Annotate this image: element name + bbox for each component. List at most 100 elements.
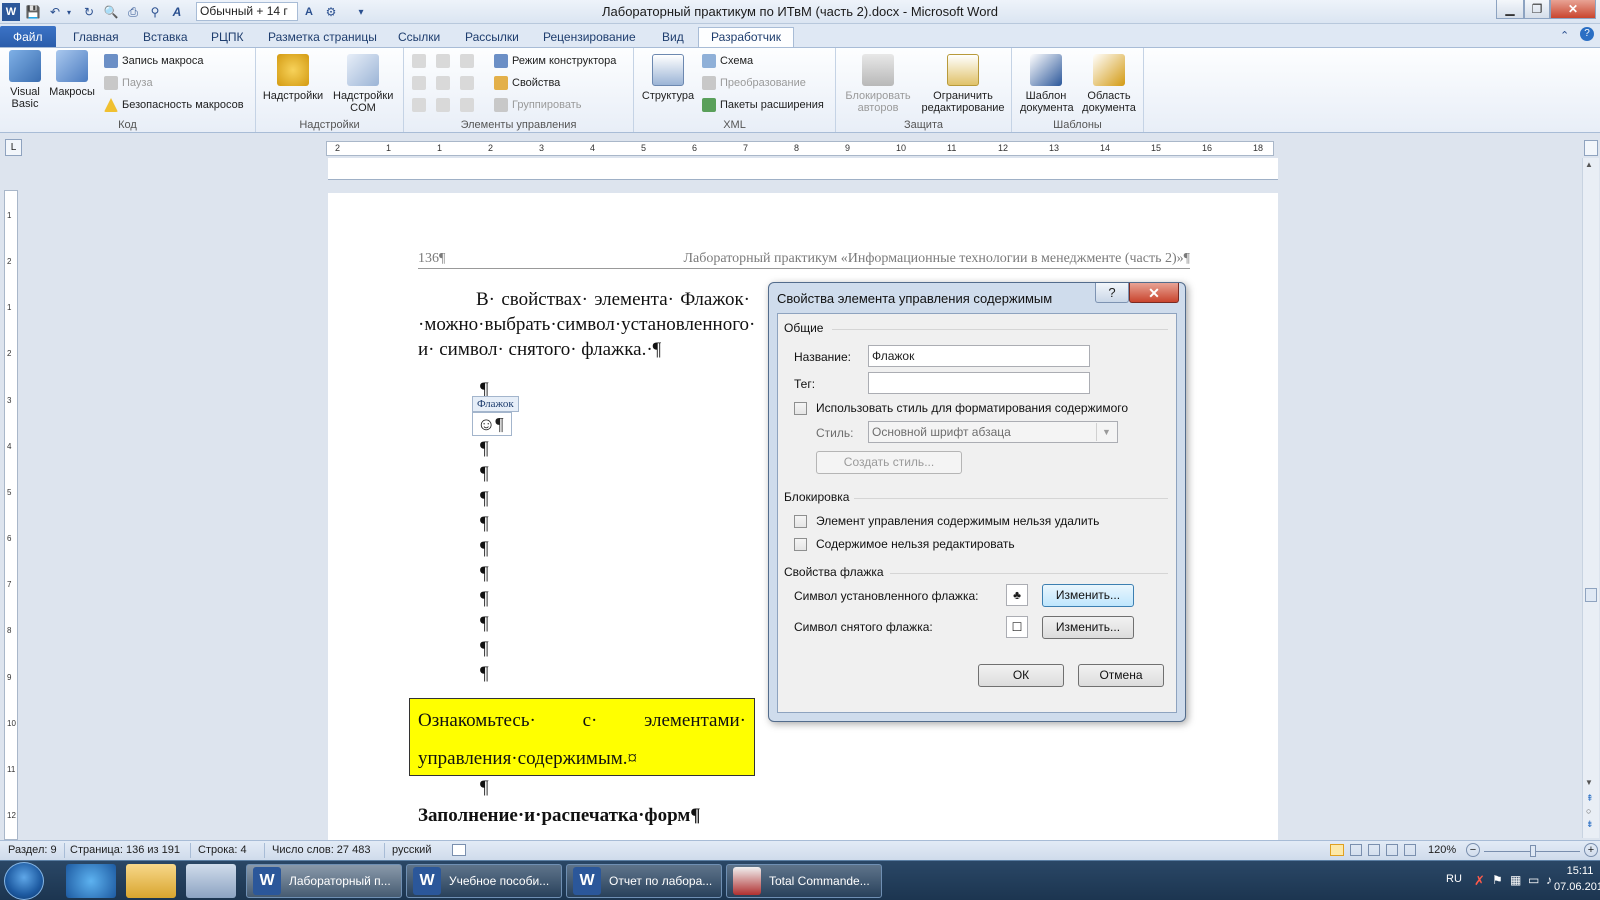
help-icon[interactable]: ? [1580,27,1594,41]
use-style-checkbox[interactable] [794,402,807,415]
network-icon[interactable]: ▦ [1510,873,1521,887]
lock-delete-checkbox[interactable] [794,515,807,528]
macro-security-button[interactable]: Безопасность макросов [104,96,244,114]
dialog-close-button[interactable]: ✕ [1129,283,1179,303]
tab-file[interactable]: Файл [0,26,56,48]
clock-time[interactable]: 15:11 [1560,865,1600,877]
document-panel-button[interactable]: Область документа [1078,54,1140,114]
zoom-level[interactable]: 120% [1428,844,1456,856]
name-field[interactable]: Флажок [868,345,1090,367]
dialog-help-button[interactable]: ? [1095,283,1129,303]
properties-button[interactable]: Свойства [494,74,560,92]
tab-mailings[interactable]: Рассылки [465,28,519,48]
change-unchecked-symbol-button[interactable]: Изменить... [1042,616,1134,639]
outline-view-icon[interactable] [1386,844,1398,856]
structure-button[interactable]: Структура [640,54,696,102]
checkbox-control-icon[interactable] [436,98,450,112]
pause-button[interactable]: Пауза [104,74,153,92]
schema-button[interactable]: Схема [702,52,753,70]
taskbar-item-total-commander[interactable]: Total Commande... [726,864,882,898]
view-ruler-icon[interactable] [1584,140,1598,156]
internet-explorer-icon[interactable] [66,864,116,898]
draft-view-icon[interactable] [1404,844,1416,856]
plain-text-control-icon[interactable] [436,54,450,68]
zoom-out-icon[interactable]: − [1466,843,1480,857]
scroll-thumb[interactable] [1585,588,1597,602]
tab-view[interactable]: Вид [662,28,684,48]
rich-text-control-icon[interactable] [412,54,426,68]
document-template-button[interactable]: Шаблон документа [1016,54,1076,114]
zoom-slider-thumb[interactable] [1530,845,1536,857]
tab-home[interactable]: Главная [73,28,119,48]
volume-icon[interactable]: ♪ [1546,873,1552,887]
next-object-icon[interactable]: ⇟ [1586,819,1594,830]
combo-box-control-icon[interactable] [436,76,450,90]
vertical-scrollbar[interactable]: ▲ ▼ ⇞ ○ ⇟ [1582,158,1599,838]
tag-field[interactable] [868,372,1090,394]
restrict-editing-button[interactable]: Ограничить редактирование [916,54,1010,114]
tab-rcpk[interactable]: РЦПК [211,28,244,48]
addins-button[interactable]: Надстройки [262,54,324,102]
lock-edit-checkbox[interactable] [794,538,807,551]
style-select[interactable]: Основной шрифт абзаца [868,421,1118,443]
restore-button[interactable]: ❐ [1524,0,1550,19]
macro-record-status-icon[interactable] [452,844,466,856]
record-macro-button[interactable]: Запись макроса [104,52,204,70]
legacy-tools-icon[interactable] [460,98,474,112]
macros-button[interactable]: Макросы [48,50,96,98]
status-word-count[interactable]: Число слов: 27 483 [272,844,370,856]
visual-basic-button[interactable]: Visual Basic [4,50,46,110]
monitor-icon[interactable]: ▭ [1528,873,1539,887]
vertical-ruler[interactable]: 1 2 1 2 3 4 5 6 7 8 9 10 11 12 [4,190,18,840]
building-block-control-icon[interactable] [412,76,426,90]
input-language[interactable]: RU [1446,873,1462,885]
print-layout-view-icon[interactable] [1330,844,1344,856]
scroll-down-icon[interactable]: ▼ [1585,778,1593,787]
tab-page-layout[interactable]: Разметка страницы [268,28,377,48]
tab-selector[interactable]: L [5,139,22,156]
tab-review[interactable]: Рецензирование [543,28,636,48]
transform-button[interactable]: Преобразование [702,74,806,92]
tab-developer[interactable]: Разработчик [698,27,794,48]
clock-date[interactable]: 07.06.2013 [1554,881,1600,893]
start-button[interactable] [4,862,44,900]
scroll-up-icon[interactable]: ▲ [1585,160,1593,169]
tab-insert[interactable]: Вставка [143,28,188,48]
status-line[interactable]: Строка: 4 [198,844,247,856]
expansion-packs-button[interactable]: Пакеты расширения [702,96,824,114]
zoom-in-icon[interactable]: + [1584,843,1598,857]
change-checked-symbol-button[interactable]: Изменить... [1042,584,1134,607]
tab-references[interactable]: Ссылки [398,28,440,48]
select-browse-object-icon[interactable]: ○ [1586,806,1591,816]
close-window-button[interactable]: ✕ [1550,0,1596,19]
web-layout-view-icon[interactable] [1368,844,1380,856]
antivirus-icon[interactable]: ✗ [1474,873,1485,889]
ok-button[interactable]: ОК [978,664,1064,687]
picture-control-icon[interactable] [460,54,474,68]
full-screen-view-icon[interactable] [1350,844,1362,856]
status-page[interactable]: Страница: 136 из 191 [70,844,180,856]
horizontal-ruler[interactable]: 2 1 1 2 3 4 5 6 7 8 9 10 11 12 13 14 15 16 18 [326,141,1274,156]
com-addins-button[interactable]: Надстройки COM [328,54,398,114]
minimize-ribbon-icon[interactable]: ⌃ [1560,29,1569,42]
status-language[interactable]: русский [392,844,431,856]
previous-object-icon[interactable]: ⇞ [1586,793,1594,804]
block-authors-button[interactable]: Блокировать авторов [840,54,916,114]
dropdown-control-icon[interactable] [460,76,474,90]
explorer-folder-icon[interactable] [126,864,176,898]
taskbar-item-report[interactable]: W Отчет по лабора... [566,864,722,898]
flag-icon[interactable]: ⚑ [1492,873,1503,887]
group-button[interactable]: Группировать [494,96,582,114]
date-control-icon[interactable] [412,98,426,112]
chevron-down-icon[interactable]: ▼ [1096,423,1116,441]
status-section[interactable]: Раздел: 9 [8,844,57,856]
checkbox-content-control[interactable]: ☺¶ [472,412,512,436]
content-control-tag[interactable]: Флажок [472,396,519,412]
calculator-icon[interactable] [186,864,236,898]
taskbar-item-textbook[interactable]: W Учебное пособи... [406,864,562,898]
cancel-button[interactable]: Отмена [1078,664,1164,687]
taskbar-item-lab[interactable]: W Лабораторный п... [246,864,402,898]
minimize-button[interactable]: ▁ [1496,0,1524,19]
create-style-button[interactable]: Создать стиль... [816,451,962,474]
design-mode-button[interactable]: Режим конструктора [494,52,616,70]
